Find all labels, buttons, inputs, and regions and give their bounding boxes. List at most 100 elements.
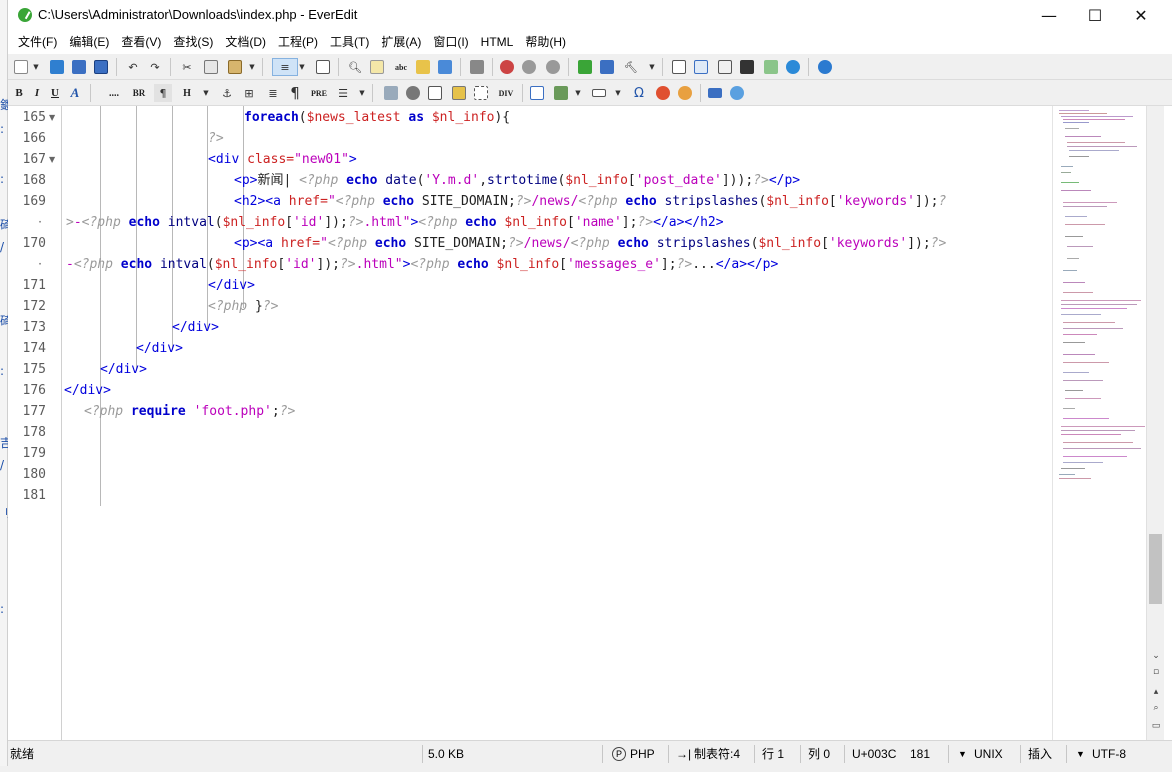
html-table-icon[interactable] (528, 84, 546, 102)
minimap[interactable] (1052, 106, 1146, 740)
color-picker-icon[interactable] (654, 84, 672, 102)
clip-library-icon[interactable] (716, 58, 734, 76)
palette-icon[interactable] (676, 84, 694, 102)
input-field-dropdown-icon[interactable]: ▼ (614, 84, 622, 102)
paragraph-button[interactable]: ¶ (154, 84, 172, 102)
output-window-icon[interactable] (598, 58, 616, 76)
paste-dropdown-icon[interactable]: ▼ (248, 58, 256, 76)
pilcrow-icon[interactable]: ¶ (286, 84, 304, 102)
open-file-icon[interactable] (48, 58, 66, 76)
fold-marker-icon[interactable]: ▼ (49, 149, 55, 170)
heading-dropdown-icon[interactable]: ▼ (202, 84, 210, 102)
close-button[interactable]: ✕ (1118, 0, 1164, 31)
table-icon[interactable]: ⊞ (240, 84, 258, 102)
macro-icon[interactable] (468, 58, 486, 76)
scroll-down-arrow-icon[interactable]: ⌄ (1150, 650, 1162, 662)
vertical-scrollbar[interactable]: ⌄ ▫ ▴ ⌕ ▭ (1146, 106, 1164, 740)
anchor-icon[interactable]: ⚓︎ (218, 84, 236, 102)
grid-icon[interactable] (762, 58, 780, 76)
menu-html[interactable]: HTML (475, 31, 520, 53)
menu-help[interactable]: 帮助(H) (519, 31, 572, 53)
menu-view[interactable]: 查看(V) (115, 31, 167, 53)
php-language-icon[interactable]: P (612, 747, 626, 761)
font-button[interactable]: A (66, 84, 84, 102)
menu-search[interactable]: 查找(S) (167, 31, 219, 53)
menu-document[interactable]: 文档(D) (219, 31, 272, 53)
menu-project[interactable]: 工程(P) (272, 31, 324, 53)
new-file-icon[interactable] (12, 58, 30, 76)
nbsp-button[interactable]: .... (100, 84, 128, 102)
save-all-icon[interactable] (92, 58, 110, 76)
list-icon[interactable]: ☰ (334, 84, 352, 102)
status-encoding[interactable]: UTF-8 (1092, 741, 1126, 767)
italic-button[interactable]: I (28, 84, 46, 102)
word-wrap-dropdown-icon[interactable]: ▼ (298, 58, 306, 76)
input-field-icon[interactable] (590, 84, 608, 102)
bookmark-icon[interactable] (450, 84, 468, 102)
bookmark-nav-icon[interactable]: ▴ (1150, 686, 1162, 698)
teapot-icon[interactable] (404, 84, 422, 102)
special-char-button[interactable]: Ω (630, 84, 648, 102)
browser-preview-icon[interactable] (784, 58, 802, 76)
build-tools-icon[interactable]: 🔨︎ (622, 58, 640, 76)
div-button[interactable]: DIV (494, 84, 518, 102)
status-tab-size[interactable]: 制表符:4 (694, 741, 740, 767)
minimize-button[interactable]: — (1026, 0, 1072, 31)
zoom-icon[interactable]: ⌕ (1150, 702, 1162, 714)
br-button[interactable]: BR (130, 84, 148, 102)
status-language[interactable]: PHP (630, 741, 655, 767)
redo-icon[interactable]: ↷ (146, 58, 164, 76)
find-in-files-icon[interactable] (414, 58, 432, 76)
find-icon[interactable]: 🔍︎ (346, 58, 364, 76)
heading-button[interactable]: H (178, 84, 196, 102)
preview-icon[interactable] (728, 84, 746, 102)
encoding-dropdown-icon[interactable]: ▼ (1076, 741, 1085, 767)
record-macro-icon[interactable] (498, 58, 516, 76)
save-icon[interactable] (70, 58, 88, 76)
menu-file[interactable]: 文件(F) (12, 31, 63, 53)
menu-extensions[interactable]: 扩展(A) (375, 31, 427, 53)
insert-image-icon[interactable] (552, 84, 570, 102)
replace-icon[interactable] (368, 58, 386, 76)
fold-marker-icon[interactable]: ▼ (49, 107, 55, 128)
eol-dropdown-icon[interactable]: ▼ (958, 741, 967, 767)
explorer-icon[interactable] (692, 58, 710, 76)
align-icon[interactable]: ≣ (264, 84, 282, 102)
help-icon[interactable] (816, 58, 834, 76)
split-view-icon[interactable]: ▫ (1150, 666, 1162, 678)
menu-edit[interactable]: 编辑(E) (63, 31, 115, 53)
build-tools-dropdown-icon[interactable]: ▼ (648, 58, 656, 76)
menu-window[interactable]: 窗口(I) (427, 31, 474, 53)
list-dropdown-icon[interactable]: ▼ (358, 84, 366, 102)
status-line-ending[interactable]: UNIX (974, 741, 1003, 767)
form-icon[interactable] (426, 84, 444, 102)
page-setup-icon[interactable]: ▭ (1150, 720, 1162, 732)
file-list-icon[interactable] (670, 58, 688, 76)
structure-icon[interactable] (436, 58, 454, 76)
code-text-area[interactable]: foreach($news_latest as $nl_info){ ?> <d… (64, 106, 1054, 740)
bold-button[interactable]: B (10, 84, 28, 102)
paste-icon[interactable] (226, 58, 244, 76)
insert-image-dropdown-icon[interactable]: ▼ (574, 84, 582, 102)
menu-tools[interactable]: 工具(T) (324, 31, 375, 53)
scrollbar-thumb[interactable] (1149, 534, 1162, 604)
block-icon[interactable] (472, 84, 490, 102)
code-editor[interactable]: 165 ▼ 166 167 ▼ 168 169 · 170 · 171 172 … (8, 106, 1146, 740)
status-insert-mode[interactable]: 插入 (1028, 741, 1052, 767)
html-validate-icon[interactable] (706, 84, 724, 102)
image-icon[interactable] (382, 84, 400, 102)
word-wrap-icon[interactable]: ≡ (272, 58, 298, 76)
pre-button[interactable]: PRE (308, 84, 330, 102)
cut-icon[interactable]: ✂ (178, 58, 196, 76)
run-macro-icon[interactable] (544, 58, 562, 76)
spell-check-icon[interactable]: abc (392, 58, 410, 76)
play-macro-icon[interactable] (520, 58, 538, 76)
console-icon[interactable] (738, 58, 756, 76)
plugin-icon[interactable] (576, 58, 594, 76)
column-mode-icon[interactable] (314, 58, 332, 76)
maximize-button[interactable]: ☐ (1072, 0, 1118, 31)
undo-icon[interactable]: ↶ (124, 58, 142, 76)
copy-icon[interactable] (202, 58, 220, 76)
new-file-dropdown-icon[interactable]: ▼ (32, 58, 40, 76)
underline-button[interactable]: U (46, 84, 64, 102)
